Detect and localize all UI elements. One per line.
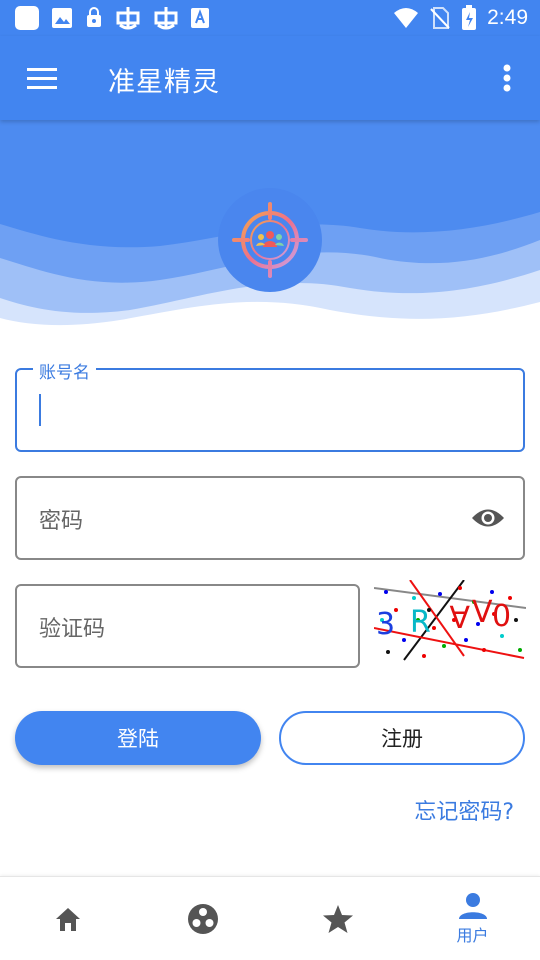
login-button[interactable]: 登陆 bbox=[15, 711, 261, 765]
crosshair-group-icon bbox=[232, 202, 308, 278]
nav-user[interactable]: 用户 bbox=[405, 877, 540, 960]
nav-user-label: 用户 bbox=[456, 926, 489, 945]
captcha-graphic: 3 R A V 0 bbox=[373, 579, 527, 666]
no-sim-icon bbox=[429, 6, 451, 30]
user-icon bbox=[458, 893, 487, 919]
bottom-navigation: 用户 bbox=[0, 876, 540, 960]
battery-charging-icon bbox=[461, 5, 477, 31]
home-icon bbox=[55, 908, 80, 931]
menu-button[interactable] bbox=[20, 58, 64, 98]
nav-home[interactable] bbox=[0, 877, 135, 960]
image-icon bbox=[50, 6, 74, 30]
wifi-icon bbox=[393, 7, 419, 29]
captcha-char: A bbox=[449, 598, 470, 633]
forgot-password-link[interactable]: 忘记密码? bbox=[414, 794, 514, 826]
captcha-field[interactable]: 验证码 bbox=[15, 584, 360, 668]
text-cursor bbox=[39, 394, 41, 426]
app-bar: 准星精灵 bbox=[0, 36, 540, 120]
bug-icon bbox=[114, 5, 142, 31]
nav-discover[interactable] bbox=[135, 877, 270, 960]
password-visibility-toggle[interactable] bbox=[471, 504, 505, 532]
nav-favorites[interactable] bbox=[270, 877, 405, 960]
star-icon bbox=[322, 905, 353, 933]
account-field[interactable]: 账号名 bbox=[15, 358, 525, 452]
circles-icon bbox=[187, 904, 218, 934]
captcha-image[interactable]: 3 R A V 0 bbox=[373, 579, 527, 666]
lock-icon bbox=[84, 6, 104, 30]
captcha-char: V bbox=[472, 595, 493, 630]
eye-icon bbox=[472, 509, 504, 527]
captcha-char: 0 bbox=[492, 599, 511, 634]
status-bar: 2:49 bbox=[0, 0, 540, 36]
password-placeholder: 密码 bbox=[39, 509, 84, 534]
font-icon bbox=[190, 7, 210, 29]
bug-icon bbox=[152, 5, 180, 31]
hamburger-menu-icon bbox=[27, 68, 57, 89]
app-title: 准星精灵 bbox=[108, 67, 220, 98]
password-field[interactable]: 密码 bbox=[15, 476, 525, 560]
square-notification-icon bbox=[14, 5, 40, 31]
account-field-label: 账号名 bbox=[33, 358, 96, 383]
register-button[interactable]: 注册 bbox=[279, 711, 525, 765]
clock: 2:49 bbox=[487, 6, 528, 29]
app-logo bbox=[218, 188, 322, 292]
more-options-button[interactable] bbox=[492, 58, 522, 98]
captcha-placeholder: 验证码 bbox=[39, 617, 106, 642]
more-vert-icon bbox=[503, 64, 511, 92]
captcha-char: 3 bbox=[376, 607, 395, 642]
captcha-char: R bbox=[410, 605, 431, 640]
